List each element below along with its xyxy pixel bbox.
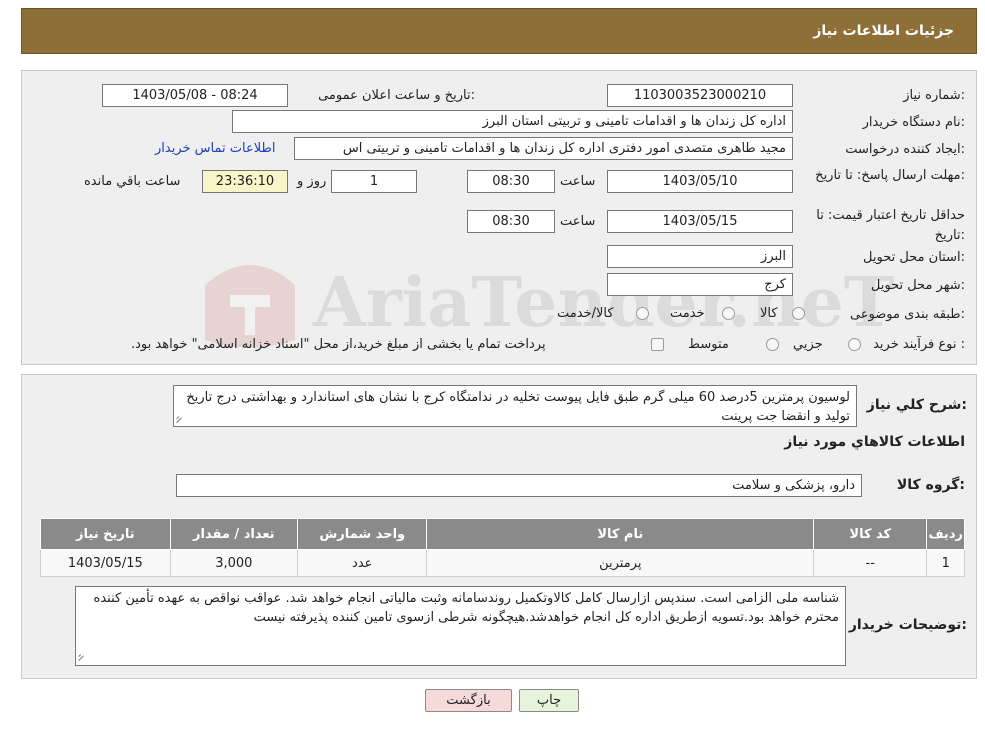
validity-time-label: ساعت <box>560 214 596 229</box>
announce-label: تاریخ و ساعت اعلان عمومی: <box>318 88 475 103</box>
col-header-date: تاریخ نیاز <box>40 518 171 550</box>
need-number-field: 1103003523000210 <box>607 84 793 107</box>
process-radio-medium[interactable] <box>766 338 779 351</box>
requester-label: ایجاد کننده درخواست: <box>845 142 965 157</box>
buyer-notes-textarea: شناسه ملی الزامی است. سندپس ازارسال کامل… <box>75 586 846 666</box>
page-title: جزئیات اطلاعات نیاز <box>813 23 954 39</box>
items-table: تاریخ نیاز تعداد / مقدار واحد شمارش نام … <box>40 518 965 577</box>
process-option-small: جزیي <box>793 337 823 352</box>
validity-time-field: 08:30 <box>467 210 555 233</box>
col-header-unit: واحد شمارش <box>296 518 428 550</box>
buyer-notes-label: توضیحات خریدار: <box>848 617 967 633</box>
cell-code: -- <box>813 549 928 577</box>
requester-field: مجید طاهری متصدی امور دفتری اداره کل زند… <box>294 137 793 160</box>
description-label: شرح كلي نياز: <box>866 397 967 413</box>
remaining-label: ساعت باقي مانده <box>84 174 181 189</box>
need-number-label: شماره نیاز: <box>903 88 965 103</box>
col-header-name: نام کالا <box>426 518 815 550</box>
col-header-quantity: تعداد / مقدار <box>169 518 299 550</box>
reply-deadline-label: مهلت ارسال پاسخ: تا تاریخ: <box>815 168 965 183</box>
process-label: نوع فرآیند خرید : <box>873 337 965 352</box>
items-table-header: تاریخ نیاز تعداد / مقدار واحد شمارش نام … <box>40 518 965 550</box>
validity-date-field: 1403/05/15 <box>607 210 793 233</box>
items-table-wrap: تاریخ نیاز تعداد / مقدار واحد شمارش نام … <box>40 518 965 577</box>
category-radio-goods[interactable] <box>792 307 805 320</box>
description-textarea: لوسیون پرمترین 5درصد 60 میلی گرم طبق فای… <box>173 385 857 427</box>
days-label: روز و <box>297 174 327 189</box>
description-resize-handle[interactable] <box>175 415 185 425</box>
cell-unit: عدد <box>296 549 428 577</box>
city-field: کرج <box>607 273 793 296</box>
announce-field: 1403/05/08 - 08:24 <box>102 84 288 107</box>
col-header-row: ردیف <box>926 518 965 550</box>
reply-time-field: 08:30 <box>467 170 555 193</box>
page-header: جزئیات اطلاعات نیاز <box>21 8 977 54</box>
print-button[interactable]: چاپ <box>519 689 579 712</box>
payment-note-checkbox[interactable] <box>651 338 664 351</box>
buyer-org-label: نام دستگاه خریدار: <box>862 115 965 130</box>
payment-note: پرداخت تمام یا بخشی از مبلغ خرید،از محل … <box>131 337 546 352</box>
cell-row: 1 <box>926 549 965 577</box>
category-label: طبقه بندی موضوعی: <box>849 307 965 322</box>
col-header-code: کد کالا <box>813 518 928 550</box>
buyer-contact-link[interactable]: اطلاعات تماس خریدار <box>155 141 275 156</box>
goods-group-field: دارو، پزشکی و سلامت <box>176 474 862 497</box>
cell-name: پرمترین <box>426 549 815 577</box>
category-option-service: خدمت <box>670 306 705 321</box>
category-radio-service[interactable] <box>722 307 735 320</box>
category-radio-goods-service[interactable] <box>636 307 649 320</box>
validity-label: حداقل تاریخ اعتبار قیمت: تا تاریخ: <box>816 208 965 243</box>
city-label: شهر محل تحویل: <box>870 278 965 293</box>
process-option-medium: متوسط <box>688 337 729 352</box>
goods-section-title: اطلاعات كالاهاي مورد نياز <box>784 434 965 450</box>
remaining-time-field: 23:36:10 <box>202 170 288 193</box>
reply-date-field: 1403/05/10 <box>607 170 793 193</box>
goods-group-label: گروه کالا: <box>896 477 965 493</box>
back-button[interactable]: بازگشت <box>425 689 512 712</box>
cell-quantity: 3,000 <box>169 549 299 577</box>
category-option-goods: کالا <box>760 306 778 321</box>
process-radio-small[interactable] <box>848 338 861 351</box>
province-field: البرز <box>607 245 793 268</box>
buyer-org-field: اداره کل زندان ها و اقدامات تامینی و ترب… <box>232 110 793 133</box>
buyer-notes-resize-handle[interactable] <box>77 653 87 663</box>
category-option-goods-service: کالا/خدمت <box>557 306 614 321</box>
days-field: 1 <box>331 170 417 193</box>
reply-time-label: ساعت <box>560 174 596 189</box>
cell-date: 1403/05/15 <box>40 549 171 577</box>
province-label: استان محل تحویل: <box>863 250 965 265</box>
table-row: 1403/05/15 3,000 عدد پرمترین -- 1 <box>40 549 965 577</box>
